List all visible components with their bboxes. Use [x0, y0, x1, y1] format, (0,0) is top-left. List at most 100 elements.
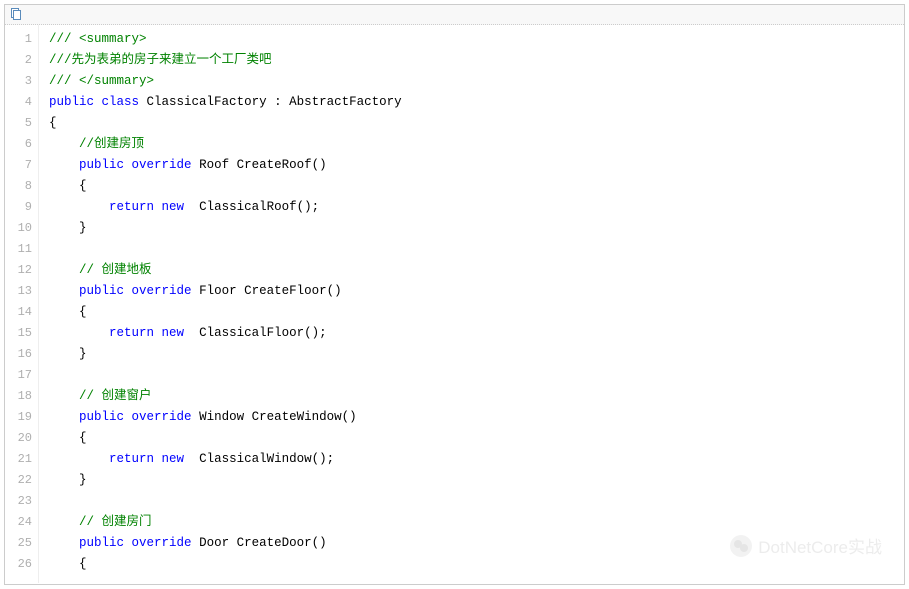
- token-plain: [124, 284, 132, 298]
- token-plain: Roof CreateRoof(): [192, 158, 327, 172]
- copy-icon[interactable]: [9, 7, 23, 21]
- line-number: 22: [5, 470, 32, 491]
- line-number: 12: [5, 260, 32, 281]
- token-comment: /// </summary>: [49, 74, 154, 88]
- token-keyword: new: [162, 326, 185, 340]
- code-line: public class ClassicalFactory : Abstract…: [49, 92, 904, 113]
- token-keyword: public: [79, 284, 124, 298]
- code-line: }: [49, 470, 904, 491]
- token-keyword: override: [132, 284, 192, 298]
- token-plain: [124, 158, 132, 172]
- line-number: 25: [5, 533, 32, 554]
- line-number: 7: [5, 155, 32, 176]
- token-keyword: override: [132, 158, 192, 172]
- code-line: {: [49, 428, 904, 449]
- line-number: 23: [5, 491, 32, 512]
- code-line: return new ClassicalFloor();: [49, 323, 904, 344]
- token-plain: [124, 410, 132, 424]
- line-number: 21: [5, 449, 32, 470]
- token-keyword: class: [102, 95, 140, 109]
- line-number: 5: [5, 113, 32, 134]
- token-plain: [124, 536, 132, 550]
- token-plain: ClassicalRoof();: [184, 200, 319, 214]
- token-keyword: public: [49, 95, 94, 109]
- line-number: 3: [5, 71, 32, 92]
- token-plain: ClassicalWindow();: [184, 452, 334, 466]
- token-comment: // 创建窗户: [79, 389, 152, 403]
- code-area: 1234567891011121314151617181920212223242…: [5, 25, 904, 583]
- code-block: 1234567891011121314151617181920212223242…: [4, 4, 905, 585]
- line-number: 8: [5, 176, 32, 197]
- code-line: {: [49, 302, 904, 323]
- line-number: 6: [5, 134, 32, 155]
- token-plain: Door CreateDoor(): [192, 536, 327, 550]
- token-plain: }: [79, 347, 87, 361]
- token-plain: Window CreateWindow(): [192, 410, 357, 424]
- token-keyword: override: [132, 536, 192, 550]
- line-number-gutter: 1234567891011121314151617181920212223242…: [5, 25, 39, 583]
- token-keyword: new: [162, 452, 185, 466]
- token-plain: [94, 95, 102, 109]
- token-plain: [154, 200, 162, 214]
- token-keyword: new: [162, 200, 185, 214]
- token-keyword: public: [79, 536, 124, 550]
- code-line: // 创建窗户: [49, 386, 904, 407]
- token-plain: [154, 326, 162, 340]
- line-number: 24: [5, 512, 32, 533]
- code-content: /// <summary> ///先为表弟的房子来建立一个工厂类吧 /// </su…: [39, 25, 904, 583]
- token-plain: ClassicalFactory : AbstractFactory: [139, 95, 402, 109]
- line-number: 20: [5, 428, 32, 449]
- code-line: //创建房顶: [49, 134, 904, 155]
- token-plain: {: [79, 431, 87, 445]
- token-plain: ClassicalFloor();: [184, 326, 327, 340]
- token-plain: {: [79, 305, 87, 319]
- code-line: [49, 365, 904, 386]
- token-keyword: public: [79, 158, 124, 172]
- code-line: public override Roof CreateRoof(): [49, 155, 904, 176]
- code-line: return new ClassicalWindow();: [49, 449, 904, 470]
- code-line: // 创建地板: [49, 260, 904, 281]
- token-plain: }: [79, 221, 87, 235]
- line-number: 2: [5, 50, 32, 71]
- code-line: // 创建房门: [49, 512, 904, 533]
- code-line: [49, 239, 904, 260]
- token-keyword: public: [79, 410, 124, 424]
- code-line: public override Window CreateWindow(): [49, 407, 904, 428]
- code-line: {: [49, 113, 904, 134]
- line-number: 15: [5, 323, 32, 344]
- token-plain: {: [49, 116, 57, 130]
- line-number: 1: [5, 29, 32, 50]
- code-line: {: [49, 554, 904, 575]
- line-number: 9: [5, 197, 32, 218]
- code-line: {: [49, 176, 904, 197]
- token-plain: {: [79, 179, 87, 193]
- line-number: 26: [5, 554, 32, 575]
- code-line: public override Door CreateDoor(): [49, 533, 904, 554]
- line-number: 4: [5, 92, 32, 113]
- line-number: 10: [5, 218, 32, 239]
- token-comment: //创建房顶: [79, 137, 144, 151]
- line-number: 14: [5, 302, 32, 323]
- code-line: /// </summary>: [49, 71, 904, 92]
- code-toolbar: [5, 5, 904, 25]
- line-number: 17: [5, 365, 32, 386]
- code-line: public override Floor CreateFloor(): [49, 281, 904, 302]
- token-keyword: return: [109, 200, 154, 214]
- line-number: 11: [5, 239, 32, 260]
- token-plain: [154, 452, 162, 466]
- code-line: ///先为表弟的房子来建立一个工厂类吧: [49, 50, 904, 71]
- token-plain: }: [79, 473, 87, 487]
- line-number: 19: [5, 407, 32, 428]
- token-comment: ///先为表弟的房子来建立一个工厂类吧: [49, 53, 272, 67]
- token-keyword: override: [132, 410, 192, 424]
- token-keyword: return: [109, 452, 154, 466]
- line-number: 16: [5, 344, 32, 365]
- token-plain: {: [79, 557, 87, 571]
- token-keyword: return: [109, 326, 154, 340]
- code-line: [49, 491, 904, 512]
- token-comment: /// <summary>: [49, 32, 147, 46]
- token-plain: Floor CreateFloor(): [192, 284, 342, 298]
- line-number: 18: [5, 386, 32, 407]
- token-comment: // 创建地板: [79, 263, 152, 277]
- code-line: return new ClassicalRoof();: [49, 197, 904, 218]
